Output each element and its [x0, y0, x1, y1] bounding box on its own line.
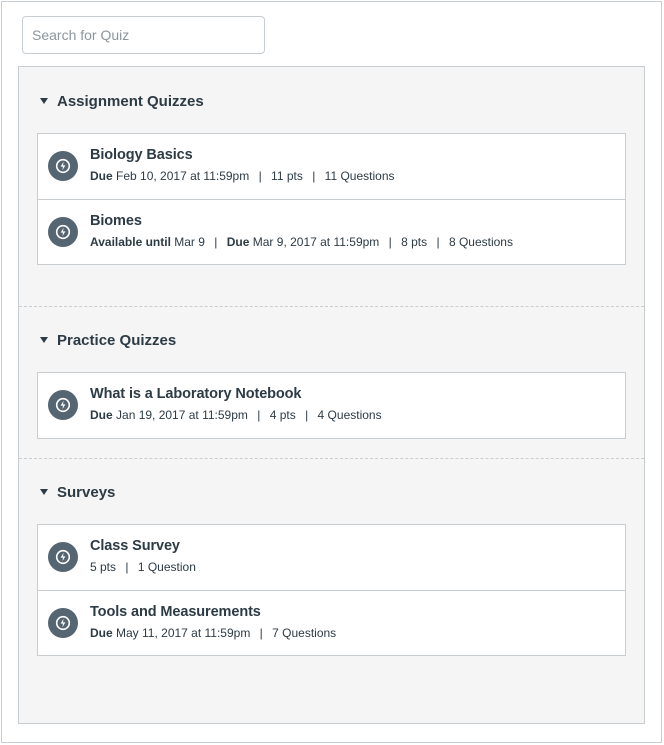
due-label: Due: [90, 169, 113, 183]
separator: |: [125, 560, 129, 574]
quiz-item[interactable]: Biomes Available until Mar 9 | Due Mar 9…: [38, 199, 625, 264]
group-practice-quizzes: Practice Quizzes What is a Laboratory No…: [19, 306, 644, 458]
quiz-rocket-icon: [48, 390, 78, 420]
quiz-meta: 5 pts | 1 Question: [90, 560, 196, 574]
available-date: Mar 9: [174, 235, 205, 249]
group-surveys: Surveys Class Survey 5 pts | 1 Question: [19, 458, 644, 656]
quiz-meta: Due Jan 19, 2017 at 11:59pm | 4 pts | 4 …: [90, 408, 382, 422]
quiz-item[interactable]: Biology Basics Due Feb 10, 2017 at 11:59…: [38, 134, 625, 199]
question-count: 11 Questions: [324, 169, 395, 183]
separator: |: [388, 235, 392, 249]
group-title: Practice Quizzes: [57, 331, 177, 349]
question-count: 4 Questions: [317, 408, 382, 422]
question-count: 7 Questions: [272, 626, 337, 640]
due-label: Due: [90, 626, 113, 640]
separator: |: [214, 235, 218, 249]
search-input[interactable]: [22, 16, 265, 54]
caret-down-icon: [40, 337, 48, 343]
quiz-rocket-icon: [48, 608, 78, 638]
quiz-meta: Due Feb 10, 2017 at 11:59pm | 11 pts | 1…: [90, 169, 395, 183]
quiz-title[interactable]: Biomes: [90, 213, 513, 229]
quiz-list-panel: Assignment Quizzes Biology Basics Due Fe…: [18, 66, 645, 724]
points: 5 pts: [90, 560, 117, 574]
group-title: Surveys: [57, 483, 116, 501]
separator: |: [258, 169, 262, 183]
due-date: May 11, 2017 at 11:59pm: [116, 626, 251, 640]
quiz-list: Biology Basics Due Feb 10, 2017 at 11:59…: [37, 133, 626, 265]
separator: |: [257, 408, 261, 422]
group-toggle[interactable]: Practice Quizzes: [19, 328, 644, 352]
separator: |: [312, 169, 316, 183]
quiz-rocket-icon: [48, 217, 78, 247]
caret-down-icon: [40, 489, 48, 495]
due-label: Due: [90, 408, 113, 422]
due-date: Mar 9, 2017 at 11:59pm: [252, 235, 380, 249]
available-label: Available until: [90, 235, 171, 249]
separator: |: [436, 235, 440, 249]
due-date: Jan 19, 2017 at 11:59pm: [116, 408, 248, 422]
quiz-item[interactable]: Class Survey 5 pts | 1 Question: [38, 525, 625, 590]
question-count: 8 Questions: [448, 235, 513, 249]
group-title: Assignment Quizzes: [57, 92, 204, 110]
quiz-title[interactable]: What is a Laboratory Notebook: [90, 386, 382, 402]
quiz-meta: Due May 11, 2017 at 11:59pm | 7 Question…: [90, 626, 336, 640]
quiz-title[interactable]: Biology Basics: [90, 147, 395, 163]
quiz-list: What is a Laboratory Notebook Due Jan 19…: [37, 372, 626, 439]
separator: |: [305, 408, 309, 422]
quiz-rocket-icon: [48, 542, 78, 572]
quiz-title[interactable]: Class Survey: [90, 538, 196, 554]
quiz-title[interactable]: Tools and Measurements: [90, 604, 336, 620]
quiz-list: Class Survey 5 pts | 1 Question Tools an…: [37, 524, 626, 656]
due-date: Feb 10, 2017 at 11:59pm: [116, 169, 250, 183]
points: 8 pts: [401, 235, 428, 249]
quiz-item[interactable]: Tools and Measurements Due May 11, 2017 …: [38, 590, 625, 655]
group-assignment-quizzes: Assignment Quizzes Biology Basics Due Fe…: [19, 89, 644, 306]
question-count: 1 Question: [137, 560, 196, 574]
points: 4 pts: [269, 408, 296, 422]
separator: |: [259, 626, 263, 640]
group-toggle[interactable]: Surveys: [19, 480, 644, 504]
quiz-item[interactable]: What is a Laboratory Notebook Due Jan 19…: [38, 373, 625, 438]
quiz-rocket-icon: [48, 151, 78, 181]
group-toggle[interactable]: Assignment Quizzes: [19, 89, 644, 113]
quiz-meta: Available until Mar 9 | Due Mar 9, 2017 …: [90, 235, 513, 249]
caret-down-icon: [40, 98, 48, 104]
due-label: Due: [226, 235, 250, 249]
points: 11 pts: [271, 169, 303, 183]
